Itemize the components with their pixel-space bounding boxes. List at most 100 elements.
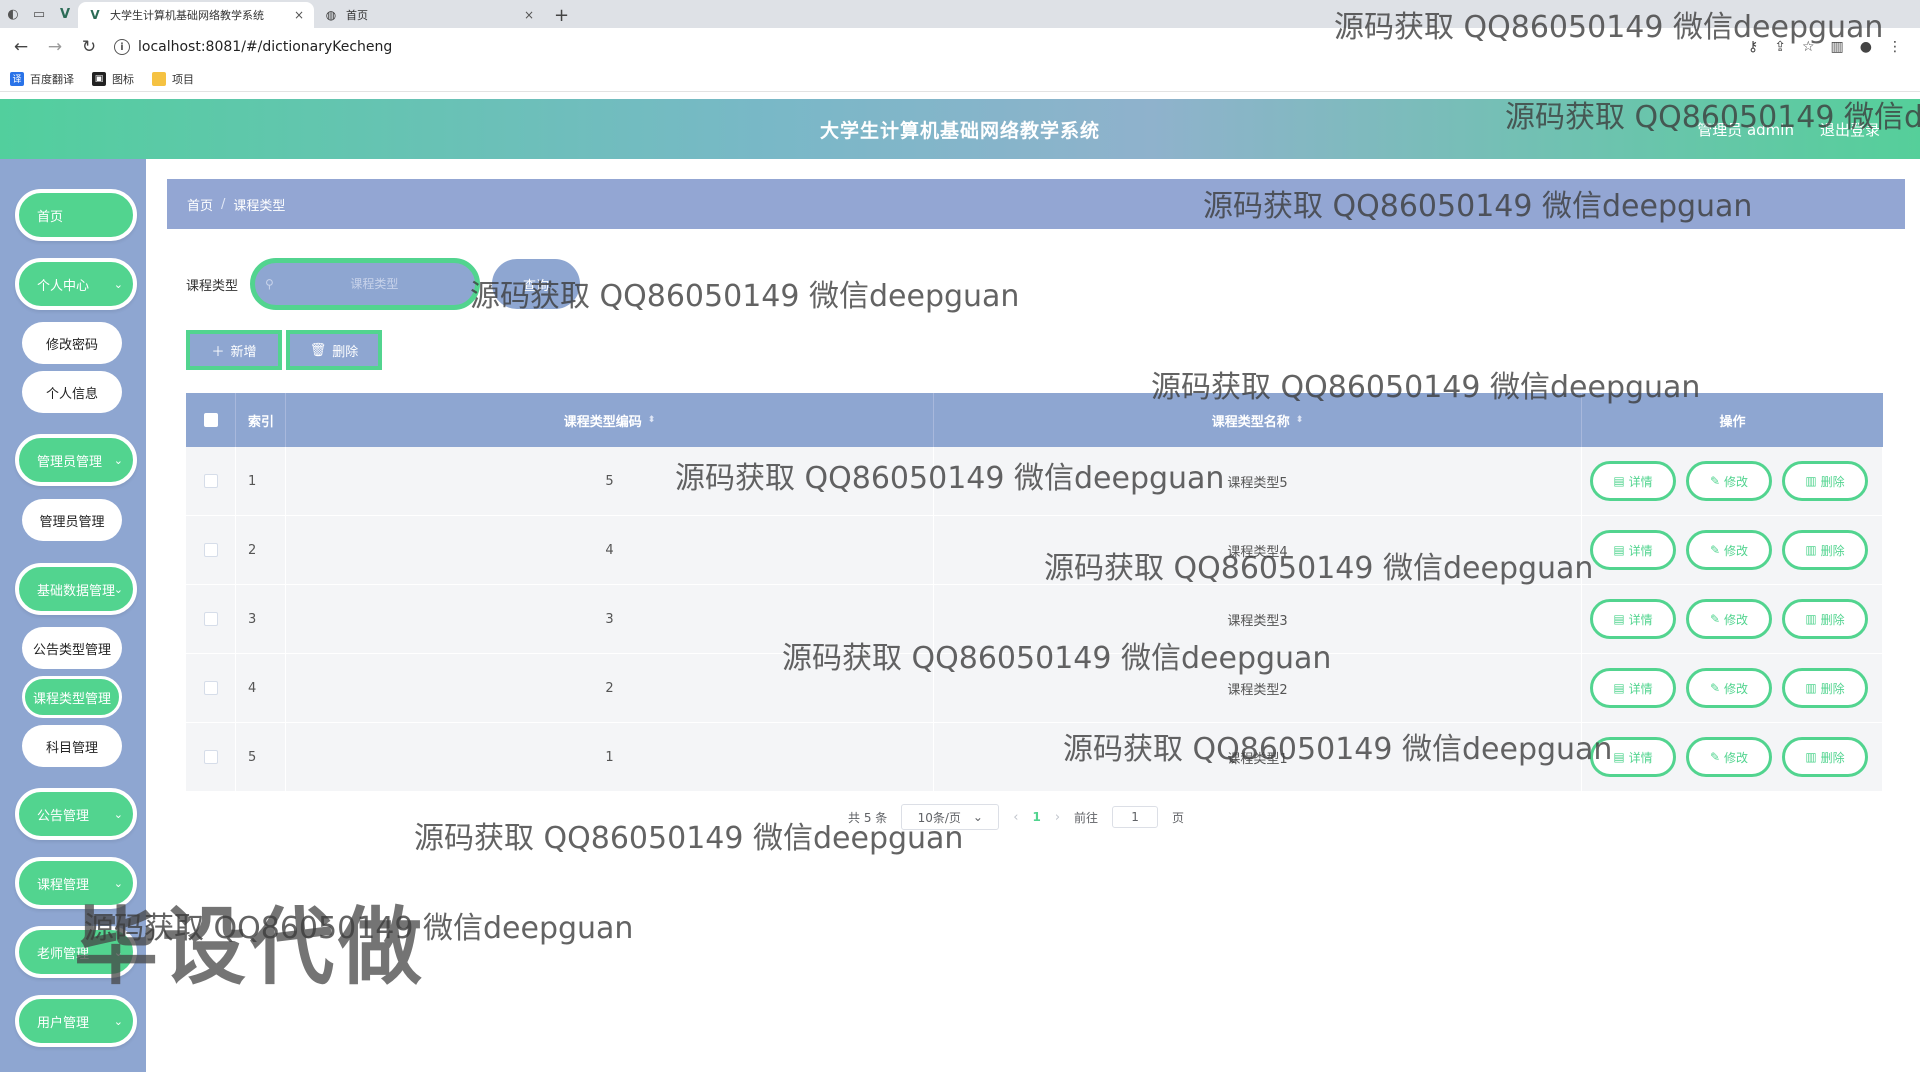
detail-button[interactable]: ▤ 详情 — [1590, 599, 1676, 639]
chevron-down-icon: ⌄ — [113, 453, 123, 467]
edit-button[interactable]: ✎ 修改 — [1686, 461, 1772, 501]
trash-icon: ▥ — [1805, 612, 1817, 626]
row-checkbox[interactable] — [203, 543, 218, 557]
sort-icon[interactable]: ⬍ — [648, 415, 656, 425]
row-name: 课程类型4 — [934, 516, 1582, 584]
folder-icon — [152, 71, 166, 86]
close-icon[interactable]: × — [294, 8, 304, 22]
page-size-select[interactable]: 10条/页 ⌄ — [901, 804, 1000, 830]
row-index: 4 — [236, 654, 286, 722]
total-count: 共 5 条 — [848, 810, 888, 825]
detail-button[interactable]: ▤ 详情 — [1590, 737, 1676, 777]
sidebar-item-teacher-management[interactable]: 老师管理 ⌄ — [15, 926, 137, 978]
breadcrumb-home[interactable]: 首页 — [187, 195, 213, 214]
goto-page-input[interactable]: 1 — [1112, 806, 1159, 828]
current-user: 管理员 admin — [1697, 121, 1794, 139]
row-delete-button[interactable]: ▥ 删除 — [1782, 599, 1868, 639]
row-delete-button[interactable]: ▥ 删除 — [1782, 668, 1868, 708]
row-code: 4 — [286, 516, 934, 584]
bookmark-translate[interactable]: 译 百度翻译 — [10, 71, 74, 87]
detail-button[interactable]: ▤ 详情 — [1590, 461, 1676, 501]
tab-active[interactable]: V 大学生计算机基础网络教学系统 × — [78, 2, 314, 28]
batch-delete-button[interactable]: 🗑 删除 — [286, 330, 382, 370]
column-header-name[interactable]: 课程类型名称 ⬍ — [934, 393, 1582, 447]
sidebar-item-label: 老师管理 — [37, 946, 90, 962]
row-checkbox[interactable] — [203, 612, 218, 626]
table-header: 索引 课程类型编码 ⬍ 课程类型名称 ⬍ 操作 — [186, 393, 1883, 447]
document-icon: ▤ — [1613, 543, 1625, 557]
sidebar-item-user-management[interactable]: 用户管理 ⌄ — [15, 995, 137, 1047]
sidebar-item-label: 修改密码 — [45, 337, 98, 353]
close-icon[interactable]: × — [524, 8, 534, 22]
chevron-down-icon: ⌄ — [113, 945, 123, 959]
sidebar-item-label: 课程类型管理 — [32, 691, 111, 707]
sidebar-subitem-notice-type[interactable]: 公告类型管理 — [22, 627, 122, 669]
info-icon[interactable]: i — [114, 39, 130, 55]
forward-arrow-icon[interactable]: → — [42, 34, 68, 60]
edit-button[interactable]: ✎ 修改 — [1686, 599, 1772, 639]
document-icon: ▤ — [1613, 750, 1625, 764]
row-delete-button[interactable]: ▥ 删除 — [1782, 737, 1868, 777]
row-checkbox[interactable] — [203, 474, 218, 488]
edit-icon: ✎ — [1709, 612, 1721, 626]
edit-label: 修改 — [1724, 750, 1749, 765]
tab-search-icon[interactable]: ▭ — [28, 3, 50, 25]
add-button[interactable]: ＋ 新增 — [186, 330, 282, 370]
more-menu-icon[interactable]: ⋮ — [1888, 39, 1902, 55]
row-code: 2 — [286, 654, 934, 722]
bookmark-icons[interactable]: ▣ 图标 — [92, 71, 134, 87]
sidebar-item-course-management[interactable]: 课程管理 ⌄ — [15, 857, 137, 909]
select-all-checkbox[interactable] — [203, 413, 218, 427]
edit-label: 修改 — [1724, 543, 1749, 558]
document-icon: ▤ — [1613, 474, 1625, 488]
next-page-icon[interactable]: › — [1055, 810, 1060, 825]
url-field[interactable]: i localhost:8081/#/dictionaryKecheng — [114, 32, 1740, 62]
share-icon[interactable]: ⇪ — [1774, 39, 1786, 55]
reload-icon[interactable]: ↻ — [76, 34, 102, 60]
sidebar-item-notice-management[interactable]: 公告管理 ⌄ — [15, 788, 137, 840]
vue-devtools-icon[interactable]: V — [54, 3, 76, 25]
sidebar-item-label: 公告管理 — [37, 808, 90, 824]
translate-icon: 译 — [10, 71, 24, 86]
edit-button[interactable]: ✎ 修改 — [1686, 737, 1772, 777]
search-input[interactable] — [273, 277, 476, 291]
current-page-number[interactable]: 1 — [1032, 810, 1040, 824]
chevron-down-icon: ⌄ — [113, 277, 123, 291]
sidebar-subitem-change-password[interactable]: 修改密码 — [22, 322, 122, 364]
sidebar-item-admin-management[interactable]: 管理员管理 ⌄ — [15, 434, 137, 486]
tab-inactive[interactable]: ◍ 首页 × — [314, 2, 544, 28]
sidebar-item-home[interactable]: 首页 — [15, 189, 137, 241]
sidebar-item-label: 基础数据管理 — [37, 583, 116, 599]
sidebar-item-base-data[interactable]: 基础数据管理 ⌄ — [15, 563, 137, 615]
chrome-menu-icon[interactable]: ◐ — [2, 3, 24, 25]
sidebar-subitem-subject[interactable]: 科目管理 — [22, 725, 122, 767]
sidepanel-icon[interactable]: ▥ — [1831, 39, 1844, 55]
logout-link[interactable]: 退出登录 — [1820, 119, 1880, 140]
edit-button[interactable]: ✎ 修改 — [1686, 668, 1772, 708]
sidebar-subitem-course-type[interactable]: 课程类型管理 — [22, 676, 122, 718]
detail-button[interactable]: ▤ 详情 — [1590, 530, 1676, 570]
column-header-code[interactable]: 课程类型编码 ⬍ — [286, 393, 934, 447]
sidebar-item-personal-center[interactable]: 个人中心 ⌄ — [15, 258, 137, 310]
back-arrow-icon[interactable]: ← — [8, 34, 34, 60]
detail-label: 详情 — [1628, 750, 1653, 765]
delete-label: 删除 — [1820, 474, 1845, 489]
sidebar-subitem-admin-management[interactable]: 管理员管理 — [22, 499, 122, 541]
row-checkbox[interactable] — [203, 681, 218, 695]
row-index: 2 — [236, 516, 286, 584]
row-delete-button[interactable]: ▥ 删除 — [1782, 461, 1868, 501]
new-tab-button[interactable]: + — [544, 2, 579, 28]
prev-page-icon[interactable]: ‹ — [1013, 810, 1018, 825]
bookmark-project[interactable]: 项目 — [152, 71, 194, 87]
sidebar-subitem-personal-info[interactable]: 个人信息 — [22, 371, 122, 413]
star-icon[interactable]: ☆ — [1802, 39, 1815, 55]
search-button[interactable]: 查询 — [492, 259, 581, 309]
row-code: 3 — [286, 585, 934, 653]
key-icon[interactable]: ⚷ — [1748, 39, 1758, 55]
row-checkbox[interactable] — [203, 750, 218, 764]
sort-icon[interactable]: ⬍ — [1296, 415, 1304, 425]
row-delete-button[interactable]: ▥ 删除 — [1782, 530, 1868, 570]
detail-button[interactable]: ▤ 详情 — [1590, 668, 1676, 708]
edit-button[interactable]: ✎ 修改 — [1686, 530, 1772, 570]
profile-icon[interactable]: ● — [1860, 39, 1872, 55]
